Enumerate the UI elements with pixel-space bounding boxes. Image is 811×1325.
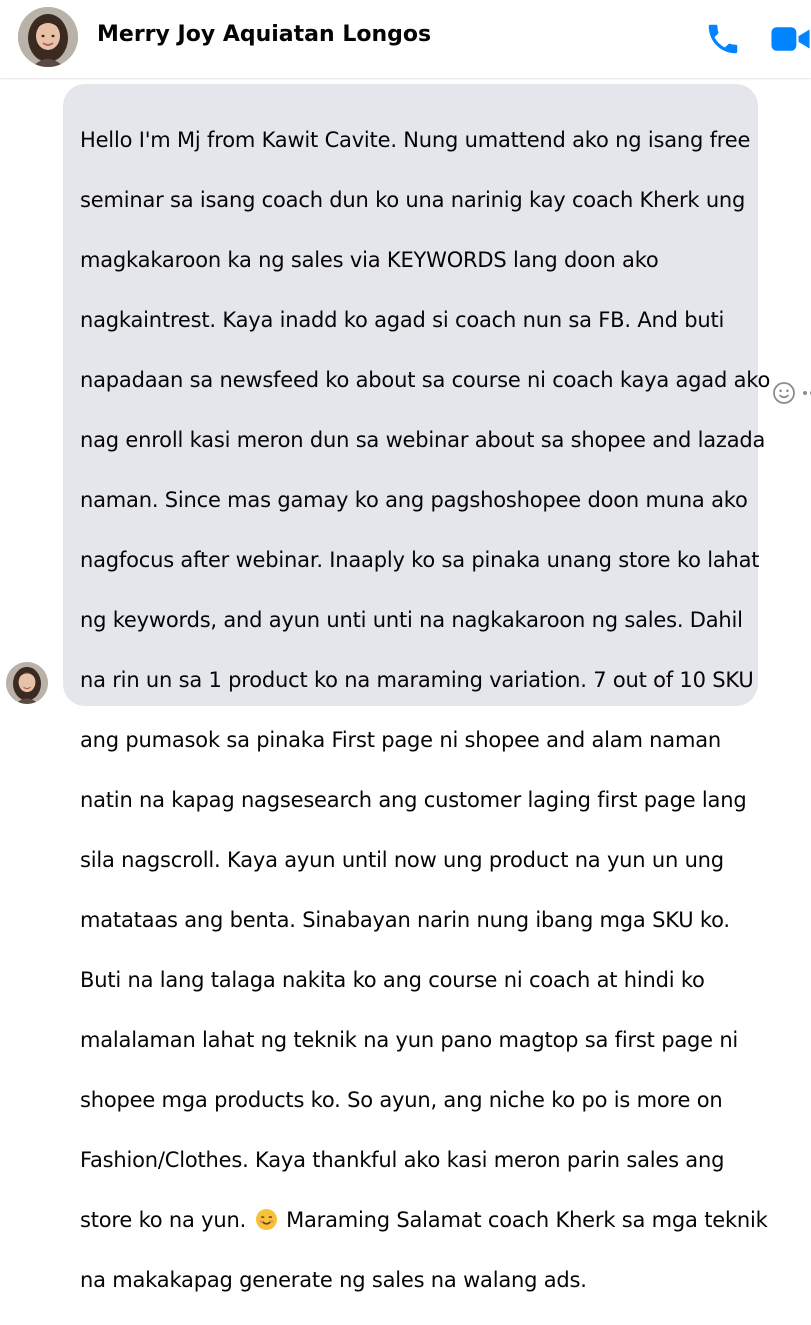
- message-line: naman. Since mas gamay ko ang pagshoshop…: [80, 488, 748, 512]
- more-options-button[interactable]: [800, 381, 811, 405]
- contact-name[interactable]: Merry Joy Aquiatan Longos: [97, 22, 431, 47]
- message-line: nag enroll kasi meron dun sa webinar abo…: [80, 428, 766, 452]
- message-line: natin na kapag nagsesearch ang customer …: [80, 788, 747, 812]
- video-camera-icon: [771, 27, 810, 51]
- smiling-face-emoji-icon: [255, 1208, 278, 1231]
- contact-avatar[interactable]: [18, 7, 78, 67]
- profile-photo-icon: [6, 662, 48, 704]
- phone-icon: [708, 24, 738, 54]
- message-line: malalaman lahat ng teknik na yun pano ma…: [80, 1028, 739, 1052]
- sender-avatar[interactable]: [6, 662, 48, 704]
- more-options-icon: [803, 391, 811, 395]
- message-line: nagkaintrest. Kaya inadd ko agad si coac…: [80, 308, 725, 332]
- message-line: na rin un sa 1 product ko na maraming va…: [80, 668, 754, 692]
- chat-header: Merry Joy Aquiatan Longos: [0, 0, 811, 78]
- message-line: ang pumasok sa pinaka First page ni shop…: [80, 728, 721, 752]
- voice-call-button[interactable]: [704, 20, 742, 58]
- video-call-button[interactable]: [770, 22, 811, 56]
- react-button[interactable]: [772, 381, 796, 405]
- message-text: Maraming Salamat coach Kherk sa mga tekn…: [286, 1208, 768, 1232]
- message-line: nagfocus after webinar. Inaaply ko sa pi…: [80, 548, 760, 572]
- message-line: napadaan sa newsfeed ko about sa course …: [80, 368, 771, 392]
- message-text: store ko na yun.: [80, 1208, 247, 1232]
- message-bubble[interactable]: Hello I'm Mj from Kawit Cavite. Nung uma…: [63, 84, 771, 1292]
- message-line-with-emoji: store ko na yun. Maraming Salamat coach …: [80, 1205, 768, 1235]
- message-line: Buti na lang talaga nakita ko ang course…: [80, 968, 705, 992]
- message-line: matataas ang benta. Sinabayan narin nung…: [80, 908, 730, 932]
- message-line: magkakaroon ka ng sales via KEYWORDS lan…: [80, 248, 659, 272]
- message-line: shopee mga products ko. So ayun, ang nic…: [80, 1088, 723, 1112]
- message-line: na makakapag generate ng sales na walang…: [80, 1268, 587, 1292]
- message-line: Hello I'm Mj from Kawit Cavite. Nung uma…: [80, 128, 751, 152]
- smiley-reaction-icon: [773, 382, 795, 404]
- profile-photo-icon: [18, 7, 78, 67]
- message-line: Fashion/Clothes. Kaya thankful ako kasi …: [80, 1148, 725, 1172]
- message-line: ng keywords, and ayun unti unti na nagka…: [80, 608, 743, 632]
- message-line: seminar sa isang coach dun ko una narini…: [80, 188, 746, 212]
- message-line: sila nagscroll. Kaya ayun until now ung …: [80, 848, 724, 872]
